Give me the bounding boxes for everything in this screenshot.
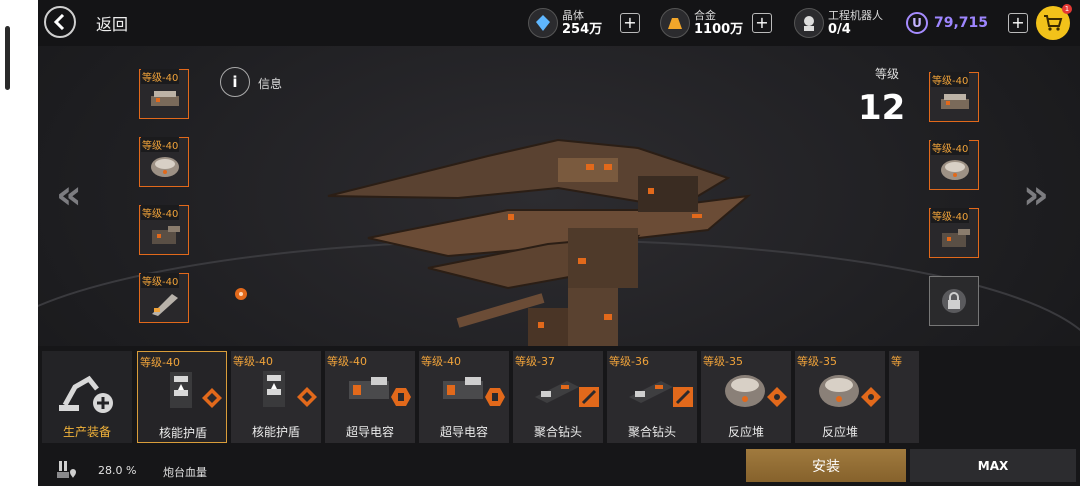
inventory-card[interactable]: 等级-40 核能护盾 xyxy=(231,351,321,443)
slot-level: 等级-40 xyxy=(141,273,180,288)
reactor-icon xyxy=(819,375,859,407)
inventory-card[interactable]: 等级-36 聚合钻头 xyxy=(607,351,697,443)
turret-health-icon xyxy=(57,461,76,478)
robot-resource: 工程机器人 0/4 xyxy=(794,6,883,40)
robot-label: 工程机器人 xyxy=(828,9,883,22)
crystal-resource: 晶体 254万 xyxy=(528,6,602,40)
turret-health-label: 炮台血量 xyxy=(163,466,207,479)
shield-core-icon xyxy=(263,371,285,407)
max-button[interactable]: MAX xyxy=(910,449,1076,482)
production-button[interactable]: 生产装备 xyxy=(42,351,132,443)
capacitor-icon xyxy=(349,377,389,399)
capacitor-icon xyxy=(443,377,483,399)
capacitor-type-icon xyxy=(485,388,505,406)
inventory-card-partial[interactable]: 等 xyxy=(889,351,919,443)
turret-icon xyxy=(151,91,179,106)
reactor-icon xyxy=(941,160,969,180)
inventory-card[interactable]: 等级-35 反应堆 xyxy=(701,351,791,443)
add-currency-button[interactable]: + xyxy=(1008,13,1028,33)
alloy-resource: 合金 1100万 xyxy=(660,6,743,40)
level-value: 12 xyxy=(858,88,906,128)
u-currency: U 79,715 xyxy=(906,6,988,40)
slot-level: 等级-40 xyxy=(931,208,970,223)
lock-icon xyxy=(942,289,966,313)
left-slot-4[interactable]: 等级-40 xyxy=(139,273,189,323)
back-button[interactable] xyxy=(44,6,76,38)
previous-arrow-icon[interactable]: « xyxy=(56,172,82,218)
system-edge xyxy=(0,0,38,486)
card-name: 核能护盾 xyxy=(251,425,300,439)
card-name: 超导电容 xyxy=(345,425,394,439)
game-stage: 返回 晶体 254万 + 合金 1100万 + 工程机器人 0/4 U 79,715 … xyxy=(38,0,1080,486)
u-currency-icon: U xyxy=(906,12,928,34)
reactor-icon xyxy=(725,375,765,407)
alloy-label: 合金 xyxy=(694,9,716,22)
locked-slot[interactable] xyxy=(929,276,979,326)
slot-level: 等级-40 xyxy=(141,137,180,152)
back-label[interactable]: 返回 xyxy=(96,11,128,35)
shield-core-icon xyxy=(170,372,192,408)
card-level: 等 xyxy=(891,355,902,368)
robot-icon xyxy=(794,8,824,38)
info-button[interactable]: i xyxy=(220,67,250,97)
right-slot-2[interactable]: 等级-40 xyxy=(929,140,979,190)
top-bar: 返回 晶体 254万 + 合金 1100万 + 工程机器人 0/4 U 79,715 … xyxy=(38,0,1080,46)
turret-icon xyxy=(942,229,970,247)
card-name: 聚合钻头 xyxy=(533,425,582,439)
info-label[interactable]: 信息 xyxy=(258,75,282,92)
level-label: 等级 xyxy=(875,67,900,81)
inventory-card[interactable]: 等级-37 聚合钻头 xyxy=(513,351,603,443)
capacitor-type-icon xyxy=(391,388,411,406)
crystal-label: 晶体 xyxy=(562,9,584,22)
drill-type-icon xyxy=(673,387,693,407)
left-slot-2[interactable]: 等级-40 xyxy=(139,137,189,187)
turret-icon xyxy=(152,226,180,244)
card-name: 反应堆 xyxy=(821,425,858,439)
shield-type-icon xyxy=(297,387,317,407)
drill-icon xyxy=(152,294,178,316)
left-slot-1[interactable]: 等级-40 xyxy=(139,69,189,119)
right-slot-3[interactable]: 等级-40 xyxy=(929,208,979,258)
inventory-card[interactable]: 等级-40 超导电容 xyxy=(325,351,415,443)
production-label: 生产装备 xyxy=(62,425,111,439)
card-name: 聚合钻头 xyxy=(627,425,676,439)
left-slot-3[interactable]: 等级-40 xyxy=(139,205,189,255)
alloy-value: 1100万 xyxy=(694,22,744,37)
robot-arm-icon xyxy=(59,375,113,413)
shield-type-icon xyxy=(202,388,222,408)
card-name: 反应堆 xyxy=(727,425,764,439)
drill-icon xyxy=(629,381,673,403)
card-name: 核能护盾 xyxy=(158,426,207,440)
drill-icon xyxy=(535,381,579,403)
chevron-left-icon xyxy=(53,14,65,30)
reactor-icon xyxy=(151,157,179,177)
card-name: 超导电容 xyxy=(439,425,488,439)
reactor-type-icon xyxy=(861,387,881,407)
turret-icon xyxy=(941,94,969,109)
cart-icon xyxy=(1044,15,1063,31)
crystal-value: 254万 xyxy=(562,22,603,37)
add-crystal-button[interactable]: + xyxy=(620,13,640,33)
inventory-card[interactable]: 等级-40 核能护盾 xyxy=(137,351,227,443)
alloy-icon xyxy=(660,8,690,38)
u-currency-value: 79,715 xyxy=(934,15,989,31)
right-slot-1[interactable]: 等级-40 xyxy=(929,72,979,122)
inventory-card[interactable]: 等级-40 超导电容 xyxy=(419,351,509,443)
turret-model[interactable] xyxy=(308,118,768,368)
robot-value: 0/4 xyxy=(828,22,851,37)
slot-level: 等级-40 xyxy=(141,205,180,220)
edge-handle[interactable] xyxy=(5,26,10,90)
reactor-type-icon xyxy=(767,387,787,407)
turret-health-percent: 28.0 % xyxy=(98,464,137,477)
cart-notification-badge: 1 xyxy=(1062,4,1072,14)
add-alloy-button[interactable]: + xyxy=(752,13,772,33)
drill-type-icon xyxy=(579,387,599,407)
crystal-icon xyxy=(528,8,558,38)
next-arrow-icon[interactable]: » xyxy=(1023,172,1049,218)
slot-level: 等级-40 xyxy=(931,140,970,155)
inventory-card[interactable]: 等级-35 反应堆 xyxy=(795,351,885,443)
slot-level: 等级-40 xyxy=(141,69,180,84)
install-button[interactable]: 安装 xyxy=(746,449,906,482)
slot-level: 等级-40 xyxy=(931,72,970,87)
